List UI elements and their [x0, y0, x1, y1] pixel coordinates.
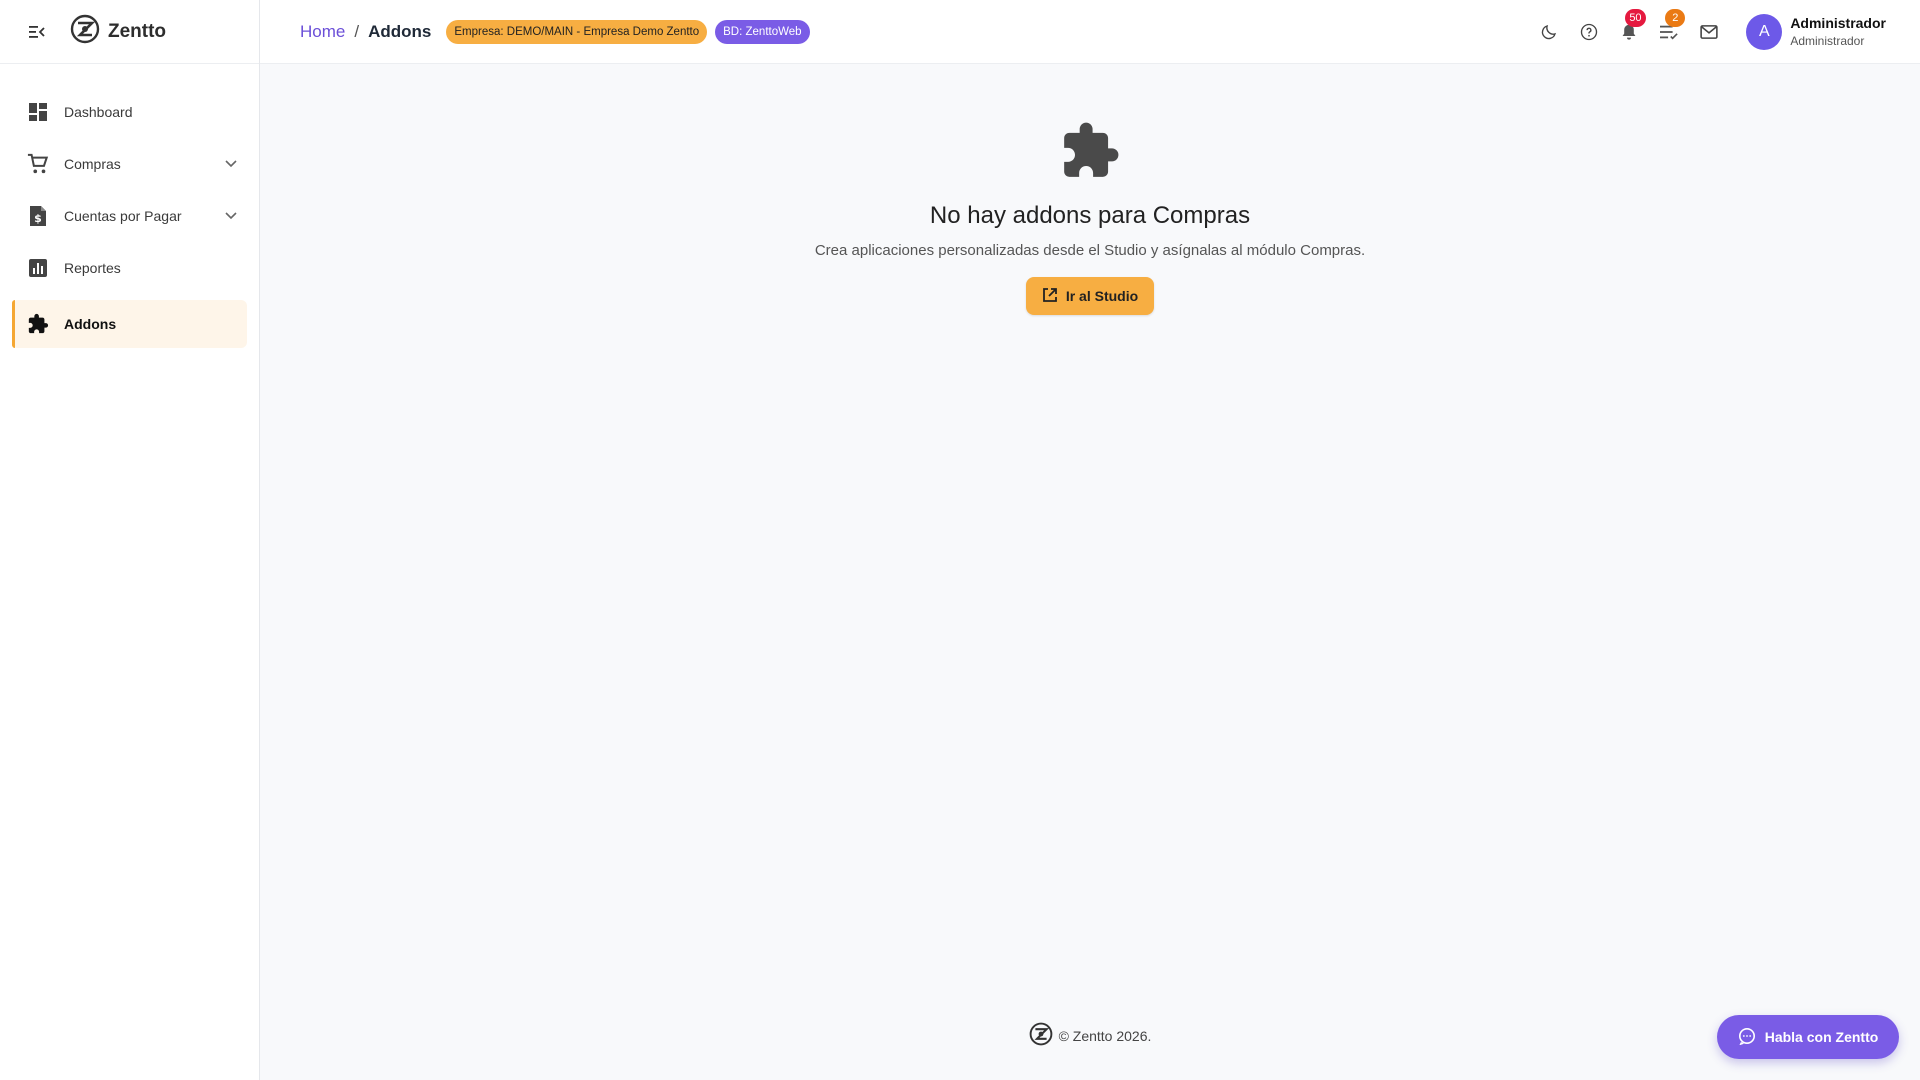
database-chip[interactable]: BD: ZenttoWeb [715, 19, 810, 44]
bar-chart-icon [26, 256, 50, 280]
chat-with-zentto-button[interactable]: Habla con Zentto [1717, 1015, 1899, 1059]
puzzle-icon [1059, 120, 1121, 182]
empty-state: No hay addons para Compras Crea aplicaci… [260, 120, 1920, 315]
open-external-icon [1042, 287, 1058, 306]
svg-text:$: $ [34, 212, 42, 225]
go-to-studio-label: Ir al Studio [1065, 288, 1139, 304]
main-content: No hay addons para Compras Crea aplicaci… [260, 64, 1920, 1080]
zentto-logo-icon [1029, 1022, 1053, 1049]
invoice-dollar-icon: $ [26, 204, 50, 228]
copyright-text: © Zentto 2026. [1058, 1027, 1152, 1044]
avatar: A [1746, 14, 1783, 50]
go-to-studio-button[interactable]: Ir al Studio [1025, 277, 1155, 315]
sidebar-item-label: Cuentas por Pagar [64, 208, 182, 224]
sidebar: Zentto Dashboard Compras $ Cuentas por P… [0, 0, 260, 1080]
dark-mode-icon[interactable] [1536, 19, 1562, 45]
user-name: Administrador [1790, 15, 1886, 31]
sidebar-nav: Dashboard Compras $ Cuentas por Pagar Re… [0, 64, 259, 348]
help-icon[interactable] [1576, 19, 1602, 45]
sidebar-item-label: Addons [64, 316, 117, 332]
user-info: Administrador Administrador [1790, 14, 1886, 50]
cart-icon [26, 152, 50, 176]
footer: © Zentto 2026. [260, 1022, 1920, 1049]
user-menu[interactable]: A Administrador Administrador [1746, 14, 1886, 50]
breadcrumb-home-link[interactable]: Home [300, 22, 345, 42]
topbar-actions: 50 2 A Administrador Administrador [1536, 0, 1920, 64]
dashboard-icon [26, 100, 50, 124]
chat-label: Habla con Zentto [1764, 1029, 1879, 1045]
sidebar-item-addons[interactable]: Addons [12, 300, 247, 348]
chat-bubble-icon [1738, 1027, 1756, 1048]
brand-name: Zentto [108, 20, 167, 42]
sidebar-item-label: Reportes [64, 260, 121, 276]
empty-state-title: No hay addons para Compras [929, 202, 1251, 229]
sidebar-header: Zentto [0, 0, 259, 64]
menu-collapse-icon[interactable] [24, 19, 50, 45]
user-role: Administrador [1790, 34, 1865, 48]
sidebar-item-dashboard[interactable]: Dashboard [12, 88, 247, 136]
mail-icon[interactable] [1696, 19, 1722, 45]
sidebar-item-reportes[interactable]: Reportes [12, 244, 247, 292]
tasks-icon[interactable]: 2 [1656, 9, 1686, 45]
empty-state-description: Crea aplicaciones personalizadas desde e… [814, 242, 1366, 259]
sidebar-item-label: Dashboard [64, 104, 133, 120]
sidebar-item-label: Compras [64, 156, 121, 172]
tasks-badge: 2 [1665, 9, 1686, 27]
empresa-chip[interactable]: Empresa: DEMO/MAIN - Empresa Demo Zentto [446, 19, 708, 44]
puzzle-icon [26, 312, 50, 336]
sidebar-item-compras[interactable]: Compras [12, 140, 247, 188]
sidebar-item-cuentas-por-pagar[interactable]: $ Cuentas por Pagar [12, 192, 247, 240]
brand[interactable]: Zentto [70, 14, 166, 49]
chevron-down-icon[interactable] [221, 206, 241, 226]
topbar: Home / Addons Empresa: DEMO/MAIN - Empre… [260, 0, 1920, 64]
breadcrumb-current: Addons [368, 21, 432, 41]
notifications-badge: 50 [1625, 9, 1646, 27]
breadcrumb-separator: / [354, 21, 360, 41]
zentto-logo-icon [70, 14, 100, 49]
chevron-down-icon[interactable] [221, 154, 241, 174]
notifications-icon[interactable]: 50 [1616, 9, 1646, 45]
